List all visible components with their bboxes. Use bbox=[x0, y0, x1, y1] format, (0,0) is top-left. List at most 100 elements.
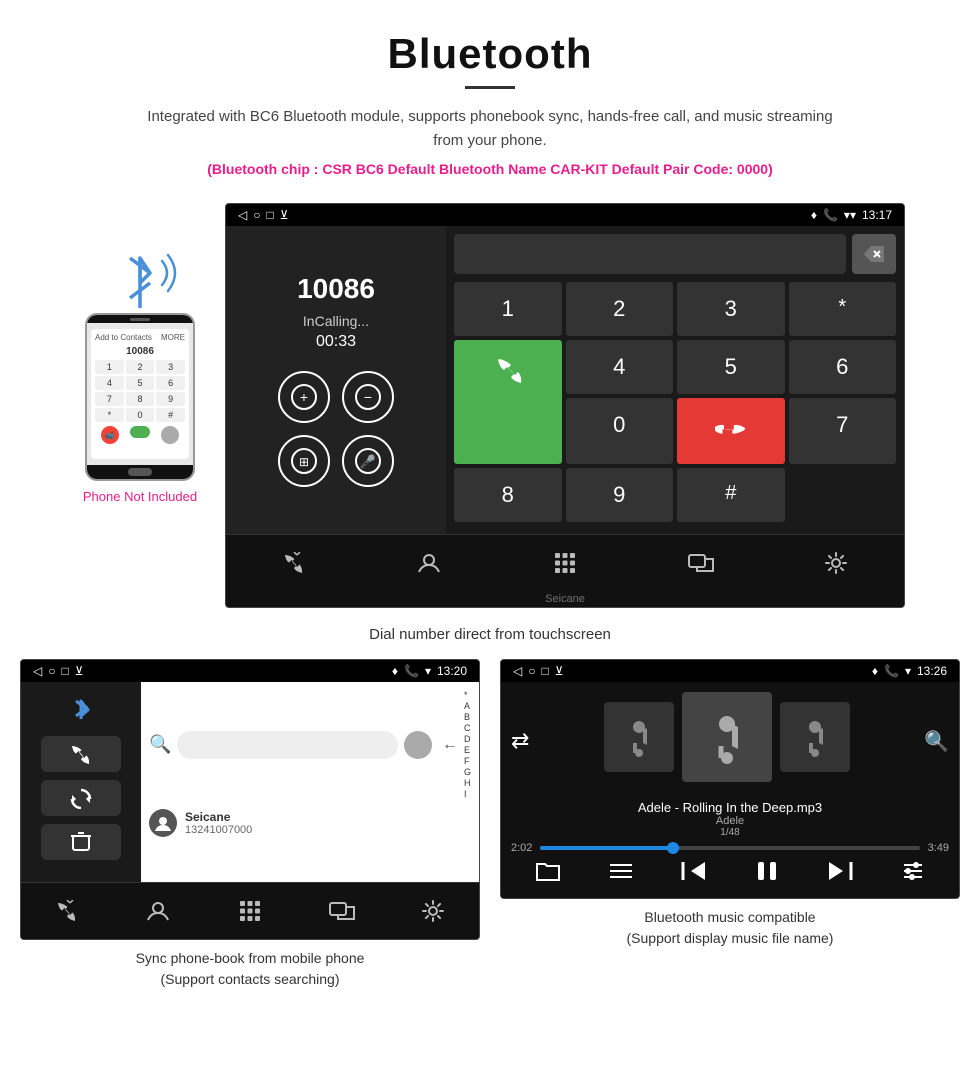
pb-nav-back: ◁ bbox=[33, 664, 42, 678]
album-art-left bbox=[604, 702, 674, 772]
music-time-current: 2:02 bbox=[511, 842, 532, 854]
music-shuffle-icon[interactable]: ⇄ bbox=[511, 728, 529, 754]
pb-bottom-transfer[interactable] bbox=[320, 893, 364, 929]
transfer-button[interactable]: ⊞ bbox=[278, 435, 330, 487]
dialpad-key-8[interactable]: 8 bbox=[454, 468, 562, 522]
car-status-bar: ◁ ○ □ ⊻ ♦ 📞 ▾▾ 13:17 bbox=[226, 204, 904, 226]
call-controls: + − ⊞ 🎤 bbox=[278, 371, 394, 487]
music-status-left: ◁ ○ □ ⊻ bbox=[513, 664, 564, 678]
pb-bt-icon[interactable] bbox=[41, 692, 121, 728]
phonebook-screen: ◁ ○ □ ⊻ ♦ 📞 ▾ 13:20 bbox=[20, 659, 480, 940]
pb-delete-icon[interactable] bbox=[41, 824, 121, 860]
caption-phonebook: Sync phone-book from mobile phone(Suppor… bbox=[20, 948, 480, 990]
car-screen-dialer: ◁ ○ □ ⊻ ♦ 📞 ▾▾ 13:17 10086 InCalling... … bbox=[225, 203, 905, 608]
music-progress-row: 2:02 3:49 bbox=[511, 842, 949, 854]
music-nav-square: □ bbox=[541, 664, 548, 678]
dialpad-key-2[interactable]: 2 bbox=[566, 282, 674, 336]
pb-search-row: 🔍 ← *ABCDEFGHI bbox=[149, 690, 471, 799]
dialpad-key-0[interactable]: 0 bbox=[566, 398, 674, 464]
svg-text:⊞: ⊞ bbox=[299, 455, 309, 469]
car-call-content: 10086 InCalling... 00:33 + − ⊞ 🎤 bbox=[226, 226, 904, 534]
music-loc-icon: ♦ bbox=[872, 664, 878, 678]
album-art-main bbox=[682, 692, 772, 782]
mute-button[interactable]: 🎤 bbox=[342, 435, 394, 487]
pb-status-right: ♦ 📞 ▾ 13:20 bbox=[392, 664, 467, 678]
music-search-icon[interactable]: 🔍 bbox=[924, 729, 949, 754]
dialpad-key-3[interactable]: 3 bbox=[677, 282, 785, 336]
bottom-screenshots: ◁ ○ □ ⊻ ♦ 📞 ▾ 13:20 bbox=[0, 659, 980, 990]
transfer-tab-icon[interactable] bbox=[679, 545, 723, 581]
call-right-panel: 1 2 3 * 4 5 6 0 7 8 9 bbox=[446, 226, 904, 534]
settings-tab-icon[interactable] bbox=[814, 545, 858, 581]
volume-up-button[interactable]: + bbox=[278, 371, 330, 423]
music-next-icon[interactable] bbox=[827, 860, 853, 888]
call-status: InCalling... bbox=[303, 313, 369, 329]
music-status-right: ♦ 📞 ▾ 13:26 bbox=[872, 664, 947, 678]
call-timer: 00:33 bbox=[316, 333, 356, 351]
pb-call-icon[interactable] bbox=[41, 736, 121, 772]
pb-status-bar: ◁ ○ □ ⊻ ♦ 📞 ▾ 13:20 bbox=[21, 660, 479, 682]
nav-download-icon: ⊻ bbox=[280, 208, 289, 222]
music-folder-icon[interactable] bbox=[535, 860, 561, 888]
pb-search-bar[interactable] bbox=[177, 731, 398, 759]
music-time-total: 3:49 bbox=[928, 842, 949, 854]
dialpad-key-4[interactable]: 4 bbox=[566, 340, 674, 394]
dialpad-key-hash[interactable]: # bbox=[677, 468, 785, 522]
music-prev-icon[interactable] bbox=[681, 860, 707, 888]
call-button[interactable] bbox=[454, 340, 562, 464]
end-call-button[interactable] bbox=[677, 398, 785, 464]
pb-bottom-settings[interactable] bbox=[411, 893, 455, 929]
pb-nav-square: □ bbox=[61, 664, 68, 678]
pb-status-left: ◁ ○ □ ⊻ bbox=[33, 664, 84, 678]
status-left: ◁ ○ □ ⊻ bbox=[238, 208, 289, 222]
dialpad-key-6[interactable]: 6 bbox=[789, 340, 897, 394]
clock: 13:17 bbox=[862, 208, 892, 222]
nav-recents-icon: □ bbox=[266, 208, 273, 222]
pb-search-icon[interactable]: 🔍 bbox=[149, 734, 171, 755]
music-col: ◁ ○ □ ⊻ ♦ 📞 ▾ 13:26 ⇄ bbox=[500, 659, 960, 990]
dialpad-input[interactable] bbox=[454, 234, 846, 274]
car-bottom-bar bbox=[226, 534, 904, 591]
dialpad-key-7[interactable]: 7 bbox=[789, 398, 897, 464]
page-title: Bluetooth bbox=[20, 30, 960, 78]
music-controls bbox=[511, 860, 949, 888]
pb-nav-home: ○ bbox=[48, 664, 55, 678]
music-playlist-icon[interactable] bbox=[608, 860, 634, 888]
pb-wifi-icon: ▾ bbox=[425, 664, 431, 678]
svg-text:+: + bbox=[300, 389, 308, 405]
dialpad-grid: 1 2 3 * 4 5 6 0 7 8 9 bbox=[454, 282, 896, 522]
music-count: 1/48 bbox=[638, 827, 822, 838]
contact-avatar bbox=[149, 809, 177, 837]
dialpad-key-star[interactable]: * bbox=[789, 282, 897, 336]
pb-bottom-bar bbox=[21, 882, 479, 939]
pb-sync-icon[interactable] bbox=[41, 780, 121, 816]
pb-circle-btn[interactable] bbox=[404, 731, 432, 759]
contact-item-seicane[interactable]: Seicane 13241007000 bbox=[149, 805, 471, 841]
dialpad-key-5[interactable]: 5 bbox=[677, 340, 785, 394]
dialpad-key-9[interactable]: 9 bbox=[566, 468, 674, 522]
volume-down-button[interactable]: − bbox=[342, 371, 394, 423]
pb-contact-list: 🔍 ← *ABCDEFGHI Seicane bbox=[141, 682, 479, 882]
music-albums bbox=[604, 692, 850, 782]
backspace-button[interactable] bbox=[852, 234, 896, 274]
phonebook-col: ◁ ○ □ ⊻ ♦ 📞 ▾ 13:20 bbox=[20, 659, 480, 990]
call-tab-icon[interactable] bbox=[272, 545, 316, 581]
pb-back-arrow[interactable]: ← bbox=[442, 736, 458, 754]
pb-bottom-contacts[interactable] bbox=[136, 893, 180, 929]
svg-text:−: − bbox=[364, 389, 372, 405]
dialpad-tab-icon[interactable] bbox=[543, 545, 587, 581]
music-progress-bar[interactable] bbox=[540, 846, 919, 850]
pb-phone-icon: 📞 bbox=[404, 664, 419, 678]
pb-bottom-dialpad[interactable] bbox=[228, 893, 272, 929]
specs-line: (Bluetooth chip : CSR BC6 Default Blueto… bbox=[20, 161, 960, 177]
music-play-pause-icon[interactable] bbox=[754, 860, 780, 888]
music-eq-icon[interactable] bbox=[900, 860, 926, 888]
dialpad-key-1[interactable]: 1 bbox=[454, 282, 562, 336]
pb-nav-dl: ⊻ bbox=[75, 664, 84, 678]
caption-music: Bluetooth music compatible(Support displ… bbox=[500, 907, 960, 949]
music-artist: Adele bbox=[638, 815, 822, 827]
contacts-tab-icon[interactable] bbox=[407, 545, 451, 581]
music-wifi-icon: ▾ bbox=[905, 664, 911, 678]
call-left-panel: 10086 InCalling... 00:33 + − ⊞ 🎤 bbox=[226, 226, 446, 534]
pb-bottom-call[interactable] bbox=[45, 893, 89, 929]
